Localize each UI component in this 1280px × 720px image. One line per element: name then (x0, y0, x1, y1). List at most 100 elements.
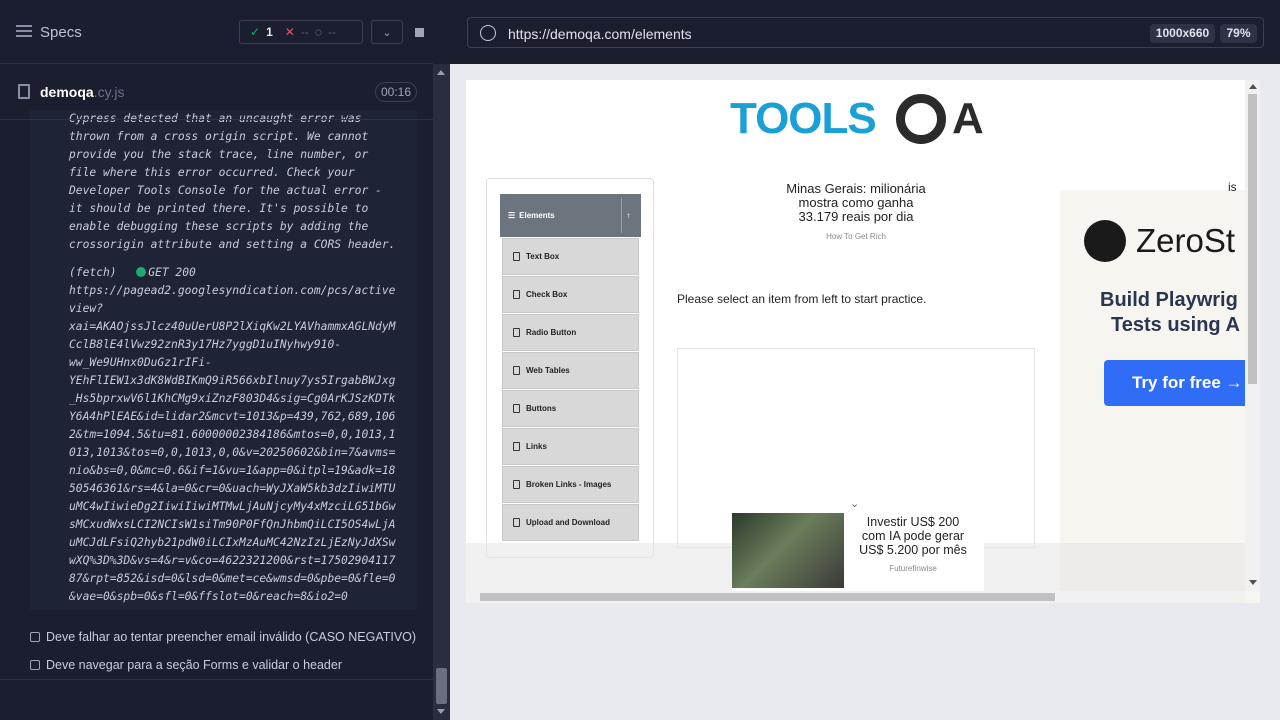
test-title: Deve falhar ao tentar preencher email in… (46, 630, 417, 644)
promo-headline[interactable]: Minas Gerais: milionária mostra como gan… (776, 182, 936, 224)
divider (0, 679, 433, 680)
log-text: Cypress detected that an uncaught error … (69, 112, 396, 603)
zoom-badge[interactable]: 79% (1220, 24, 1257, 43)
promo-line: Minas Gerais: milionária (786, 181, 926, 196)
file-name-text: demoqa (40, 84, 94, 100)
pending-count: -- (327, 25, 336, 39)
status-dot-icon (136, 267, 147, 277)
promo-source[interactable]: How To Get Rich (776, 232, 936, 241)
ad-source: Futurefinwise (889, 564, 937, 573)
scroll-up-icon[interactable] (1249, 84, 1257, 89)
zerostep-logo-icon (1084, 220, 1126, 262)
spec-file-name[interactable]: demoqa.cy.js (40, 84, 125, 100)
ad-line: US$ 5.200 por mês (859, 543, 967, 557)
banner-brand: ZeroSt (1136, 222, 1236, 259)
checkbox-icon (30, 660, 40, 670)
document-icon (513, 404, 520, 413)
specs-label[interactable]: Specs (40, 24, 82, 41)
gear-icon (896, 94, 946, 144)
test-title: Deve navegar para a seção Forms e valida… (46, 658, 342, 672)
menu-item-label: Links (526, 442, 547, 451)
test-item[interactable]: Deve navegar para a seção Forms e valida… (30, 658, 342, 672)
x-icon: ✕ (284, 25, 295, 39)
menu-item[interactable]: Web Tables (502, 352, 639, 389)
document-icon (513, 328, 520, 337)
menu-item[interactable]: Buttons (502, 390, 639, 427)
try-free-button[interactable]: Try for free → (1104, 360, 1260, 406)
left-menu: ☰ Elements ↑ Text Box Check Box Radio Butt… (486, 178, 654, 558)
chevron-down-icon[interactable]: ⌄ (850, 497, 859, 510)
ad-image (732, 513, 844, 588)
menu-item-label: Upload and Download (526, 518, 610, 527)
banner-line: Build Playwrig (1100, 289, 1238, 311)
passed-count: 1 (266, 25, 273, 39)
group-header-elements[interactable]: ☰ Elements ↑ (500, 194, 641, 237)
practice-hint: Please select an item from left to start… (677, 292, 927, 306)
scroll-up-icon[interactable] (437, 70, 445, 75)
reporter-scrollbar[interactable] (433, 64, 450, 720)
cypress-runner: Specs ✓ 1 ✕ -- ◌ -- ⌄ demoqa.cy.js 00:16… (0, 0, 1280, 720)
menu-item-label: Text Box (526, 252, 560, 261)
logo-text: TOOLS (730, 94, 877, 143)
menu-item[interactable]: Radio Button (502, 314, 639, 351)
checkbox-icon (30, 632, 40, 642)
url-bar-area: https://demoqa.com/elements 1000x660 79% (450, 0, 1280, 64)
logo-text-a: A (952, 94, 984, 143)
menu-item[interactable]: Links (502, 428, 639, 465)
file-icon (18, 84, 30, 99)
file-ext-text: .cy.js (93, 84, 125, 100)
promo-line: 33.179 reais por dia (798, 209, 914, 224)
menu-item[interactable]: Text Box (502, 238, 639, 275)
url-text[interactable]: https://demoqa.com/elements (508, 26, 692, 42)
scroll-down-icon[interactable] (1249, 580, 1257, 585)
menu-item[interactable]: Check Box (502, 276, 639, 313)
divider (0, 119, 433, 120)
command-log[interactable]: Cypress detected that an uncaught error … (30, 110, 417, 610)
menu-item-label: Check Box (526, 290, 568, 299)
menu-item-label: Broken Links - Images (526, 480, 612, 489)
scroll-thumb[interactable] (436, 668, 447, 704)
scroll-thumb[interactable] (480, 593, 1055, 601)
document-icon (513, 480, 520, 489)
spinner-icon: ◌ (314, 25, 322, 39)
test-item[interactable]: Deve falhar ao tentar preencher email in… (30, 630, 416, 644)
check-icon: ✓ (250, 25, 261, 39)
app-under-test: TOOLS A ☰ Elements ↑ Text Box Check Box Ra… (466, 80, 1260, 603)
bottom-ad[interactable]: Investir US$ 200 com IA pode gerar US$ 5… (732, 513, 984, 593)
menu-item-label: Buttons (526, 404, 557, 413)
document-icon (513, 442, 520, 451)
group-header-label: Elements (519, 211, 555, 220)
page-scrollbar-horizontal[interactable] (466, 591, 1245, 603)
ad-line: Investir US$ 200 (866, 515, 960, 529)
elements-icon: ☰ (508, 211, 516, 220)
logo-a: A (952, 94, 984, 144)
page-scrollbar-vertical[interactable] (1245, 80, 1260, 591)
stop-icon[interactable] (403, 20, 435, 44)
specs-icon[interactable] (16, 25, 32, 39)
document-icon (513, 518, 520, 527)
menu-item[interactable]: Upload and Download (502, 504, 639, 541)
toolsqa-logo[interactable]: TOOLS (730, 94, 877, 144)
partial-text: is (1228, 180, 1237, 194)
test-stats: ✓ 1 ✕ -- ◌ -- (239, 20, 363, 44)
aut-panel: https://demoqa.com/elements 1000x660 79%… (450, 0, 1280, 720)
document-icon (513, 252, 520, 261)
scroll-thumb[interactable] (1248, 94, 1257, 384)
specs-header: Specs ✓ 1 ✕ -- ◌ -- ⌄ (0, 0, 433, 64)
scroll-down-icon[interactable] (437, 709, 445, 714)
globe-icon (480, 25, 496, 41)
failed-count: -- (300, 25, 309, 39)
chevron-up-icon[interactable]: ↑ (621, 198, 635, 233)
ad-banner[interactable]: ZeroSt Build Playwrig Tests using A Try … (1060, 178, 1260, 603)
ad-line: com IA pode gerar (861, 529, 965, 543)
chevron-down-icon[interactable]: ⌄ (371, 20, 403, 44)
promo-line: mostra como ganha (798, 195, 914, 210)
reporter-panel: Specs ✓ 1 ✕ -- ◌ -- ⌄ demoqa.cy.js 00:16… (0, 0, 450, 720)
menu-item-label: Web Tables (526, 366, 570, 375)
menu-item[interactable]: Broken Links - Images (502, 466, 639, 503)
banner-line: Tests using A (1111, 314, 1240, 336)
menu-item-label: Radio Button (526, 328, 577, 337)
banner-text: Build Playwrig Tests using A (1100, 288, 1240, 338)
url-bar[interactable]: https://demoqa.com/elements 1000x660 79% (467, 17, 1264, 48)
viewport-badge[interactable]: 1000x660 (1150, 24, 1215, 43)
